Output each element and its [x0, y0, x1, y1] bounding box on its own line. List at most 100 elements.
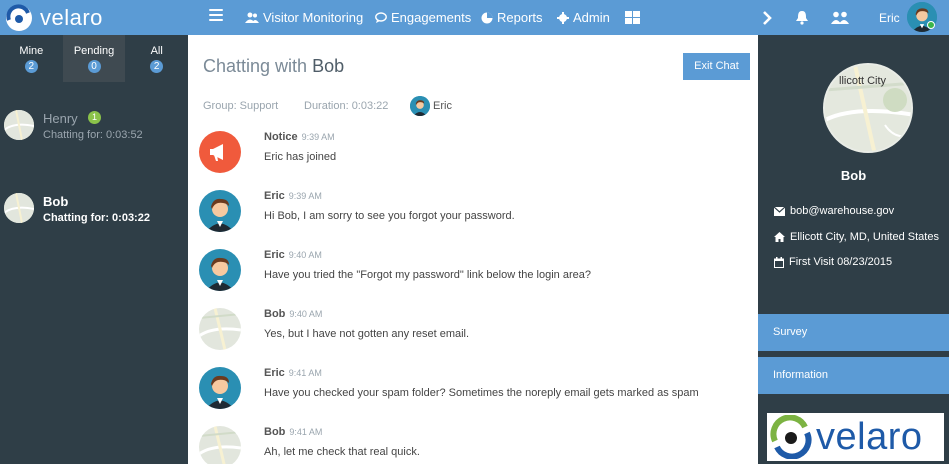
tab-count-badge: 2: [150, 60, 164, 73]
users-icon: [831, 11, 849, 24]
visitor-map-avatar: [199, 426, 241, 464]
brand[interactable]: velaro: [4, 0, 103, 35]
chat-list-item-henry[interactable]: Henry 1 Chatting for: 0:03:52: [0, 105, 188, 165]
visitor-name: Bob: [840, 168, 867, 183]
megaphone-icon: [199, 131, 241, 173]
unread-badge: 1: [88, 111, 101, 124]
tab-label: All: [150, 45, 163, 57]
tab-mine[interactable]: Mine 2: [0, 35, 63, 82]
chat-list-panel: Mine 2 Pending 0 All 2 Henry 1 Chatting …: [0, 35, 188, 464]
message-time: 9:41 AM: [288, 368, 322, 378]
nav-label: Engagements: [391, 10, 472, 25]
visitor-map-avatar: [4, 193, 34, 223]
dashboard-grid-button[interactable]: [625, 0, 644, 35]
tab-label: Mine: [19, 45, 44, 57]
grid-icon: [625, 11, 640, 24]
message-text: Ah, let me check that real quick.: [264, 446, 420, 458]
home-icon: [774, 232, 785, 242]
nav-label: Admin: [573, 10, 610, 25]
visitor-location-map: llicott City: [823, 63, 913, 153]
nav-reports[interactable]: Reports: [481, 0, 543, 35]
tab-pending[interactable]: Pending 0: [62, 35, 126, 82]
notifications-button[interactable]: [795, 0, 809, 35]
menu-toggle-icon[interactable]: [209, 9, 223, 23]
message-sender: Eric 9:39 AM: [264, 190, 322, 202]
tab-all[interactable]: All 2: [125, 35, 188, 82]
chat-message: Eric 9:41 AM Have you checked your spam f…: [188, 367, 758, 426]
velaro-logo-text: velaro: [816, 415, 923, 458]
nav-engagements[interactable]: Engagements: [375, 0, 471, 35]
online-status-indicator: [927, 21, 935, 29]
expand-chevron-button[interactable]: [762, 0, 772, 35]
message-text: Have you checked your spam folder? Somet…: [264, 387, 699, 399]
agent-avatar-icon: [410, 96, 430, 116]
survey-section-toggle[interactable]: Survey: [758, 314, 949, 351]
chat-title: Chatting with Bob: [203, 56, 344, 77]
velaro-swirl-icon: [6, 3, 32, 31]
visitor-location-row: Ellicott City, MD, United States: [774, 231, 939, 243]
velaro-swirl-icon: [770, 415, 812, 459]
gear-icon: [557, 11, 569, 24]
chat-message: Notice 9:39 AM Eric has joined: [188, 131, 758, 190]
agent-name: Eric: [433, 100, 452, 112]
chat-duration: Chatting for: 0:03:22: [43, 212, 150, 224]
visitor-email-row: bob@warehouse.gov: [774, 205, 894, 217]
message-sender: Eric 9:40 AM: [264, 249, 322, 261]
exit-chat-button[interactable]: Exit Chat: [683, 53, 750, 80]
chat-list-item-bob[interactable]: Bob Chatting for: 0:03:22: [0, 188, 188, 248]
chat-message: Eric 9:39 AM Hi Bob, I am sorry to see yo…: [188, 190, 758, 249]
message-text: Hi Bob, I am sorry to see you forgot you…: [264, 210, 515, 222]
message-sender-name: Bob: [264, 426, 286, 438]
chat-group: Group: Support: [203, 100, 279, 112]
message-sender-name: Notice: [264, 131, 298, 143]
nav-visitor-monitoring[interactable]: Visitor Monitoring: [245, 0, 363, 35]
chat-visitor-name: Henry: [43, 111, 78, 126]
chat-filter-tabs: Mine 2 Pending 0 All 2: [0, 35, 188, 82]
map-city-label: llicott City: [839, 75, 887, 87]
top-navbar: velaro Visitor Monitoring Engagements Re…: [0, 0, 949, 35]
visitor-map-avatar: [199, 308, 241, 350]
message-sender-name: Eric: [264, 190, 285, 202]
message-sender: Notice 9:39 AM: [264, 131, 335, 143]
agent-avatar-icon: [199, 249, 241, 291]
information-section-toggle[interactable]: Information: [758, 357, 949, 394]
visitor-email: bob@warehouse.gov: [790, 205, 895, 217]
message-text: Yes, but I have not gotten any reset ema…: [264, 328, 470, 340]
velaro-logo: velaro: [767, 413, 944, 461]
assigned-agent: Eric: [410, 96, 452, 116]
message-time: 9:40 AM: [289, 309, 323, 319]
tab-count-badge: 2: [24, 60, 38, 73]
chat-message: Eric 9:40 AM Have you tried the "Forgot m…: [188, 249, 758, 308]
agent-avatar-icon: [199, 190, 241, 232]
tab-count-badge: 0: [87, 60, 101, 73]
chat-visitor-name: Bob: [43, 194, 69, 209]
chat-message: Bob 9:40 AM Yes, but I have not gotten an…: [188, 308, 758, 367]
chevron-right-icon: [763, 10, 772, 25]
nav-admin[interactable]: Admin: [557, 0, 610, 35]
envelope-icon: [774, 206, 785, 216]
bell-icon: [796, 11, 808, 25]
chat-title-name: Bob: [312, 56, 345, 76]
message-sender-name: Eric: [264, 249, 285, 261]
chat-duration: Chatting for: 0:03:52: [43, 129, 143, 141]
visitor-location: Ellicott City, MD, United States: [790, 231, 939, 243]
brand-name: velaro: [40, 4, 103, 30]
message-sender-name: Bob: [264, 308, 286, 320]
nav-label: Visitor Monitoring: [263, 10, 364, 25]
current-username[interactable]: Eric: [879, 0, 900, 35]
pie-chart-icon: [481, 12, 493, 23]
message-sender: Bob 9:40 AM: [264, 308, 322, 320]
message-sender: Eric 9:41 AM: [264, 367, 322, 379]
chat-message: Bob 9:41 AM Ah, let me check that real qu…: [188, 426, 758, 464]
tab-label: Pending: [73, 45, 115, 57]
visitor-map-avatar: [4, 110, 34, 140]
message-sender-name: Eric: [264, 367, 285, 379]
users-icon: [245, 12, 259, 23]
visitor-info-panel: llicott City Bob bob@warehouse.gov Ellic…: [758, 35, 949, 464]
message-time: 9:39 AM: [288, 191, 322, 201]
team-button[interactable]: [831, 0, 849, 35]
speech-bubble-icon: [375, 12, 387, 23]
message-time: 9:40 AM: [288, 250, 322, 260]
visitor-first-visit: First Visit 08/23/2015: [789, 256, 893, 268]
message-text: Have you tried the "Forgot my password" …: [264, 269, 591, 281]
